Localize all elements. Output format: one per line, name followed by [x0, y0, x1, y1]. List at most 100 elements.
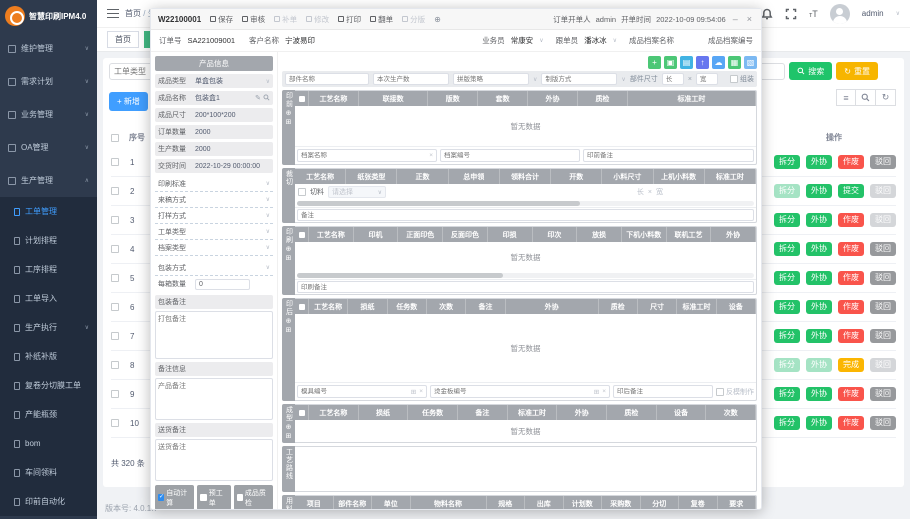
- gear-icon[interactable]: ⊕: [434, 15, 441, 24]
- void-submit-button[interactable]: 作废: [838, 416, 864, 430]
- void-submit-button[interactable]: 作废: [838, 242, 864, 256]
- refresh-button[interactable]: ↻: [876, 89, 896, 106]
- void-submit-button[interactable]: 作废: [838, 213, 864, 227]
- split-button[interactable]: 拆分: [774, 184, 800, 198]
- reject-button[interactable]: 驳回: [870, 300, 896, 314]
- header-checkbox[interactable]: [295, 91, 309, 106]
- reject-button[interactable]: 驳回: [870, 329, 896, 343]
- sidebar-item[interactable]: 维护管理 ∨: [0, 32, 97, 65]
- search-button[interactable]: 搜索: [789, 62, 832, 80]
- outsource-button[interactable]: 外协: [806, 271, 832, 285]
- pack-method-select[interactable]: 包装方式 ∨: [155, 260, 273, 276]
- option-checkbox[interactable]: 预工单: [197, 485, 230, 509]
- picker-icon[interactable]: ⊞: [411, 388, 416, 396]
- split-button[interactable]: 拆分: [774, 300, 800, 314]
- select-all-checkbox[interactable]: [111, 134, 119, 142]
- row-checkbox[interactable]: [111, 419, 119, 427]
- bell-icon[interactable]: [761, 8, 773, 20]
- add-row-icon[interactable]: ⊕: [286, 424, 292, 431]
- void-submit-button[interactable]: 作废: [838, 329, 864, 343]
- avatar[interactable]: [830, 4, 850, 24]
- edit-rows-icon[interactable]: ⊞: [286, 119, 292, 126]
- row-checkbox[interactable]: [111, 274, 119, 282]
- chevron-down-icon[interactable]: ∨: [613, 37, 617, 44]
- foil-plate-no-input[interactable]: ⊞×: [430, 385, 610, 398]
- reject-button[interactable]: 驳回: [870, 271, 896, 285]
- edit-icon[interactable]: ✎: [255, 94, 261, 102]
- modal-toolbar-button[interactable]: 补单: [274, 14, 297, 25]
- outsource-button[interactable]: 外协: [806, 416, 832, 430]
- row-checkbox[interactable]: [111, 390, 119, 398]
- sidebar-sub-item[interactable]: bom: [0, 429, 97, 458]
- density-button[interactable]: ≡: [836, 89, 856, 106]
- chevron-down-icon[interactable]: ∨: [896, 10, 900, 17]
- part-tool-button[interactable]: +: [648, 56, 661, 69]
- hamburger-menu-icon[interactable]: [107, 9, 119, 18]
- sidebar-sub-item[interactable]: 生产执行 ∨: [0, 313, 97, 342]
- split-button[interactable]: 拆分: [774, 358, 800, 372]
- clear-icon[interactable]: ×: [602, 388, 606, 395]
- sidebar-sub-item[interactable]: 印前自动化: [0, 487, 97, 516]
- modal-toolbar-button[interactable]: 审核: [242, 14, 265, 25]
- file-no-input[interactable]: [440, 149, 580, 162]
- reject-button[interactable]: 驳回: [870, 416, 896, 430]
- outsource-button[interactable]: 外协: [806, 329, 832, 343]
- part-name-input[interactable]: [285, 73, 369, 85]
- sidebar-sub-item[interactable]: 补纸补版: [0, 342, 97, 371]
- part-tool-button[interactable]: ▧: [744, 56, 757, 69]
- horizontal-scrollbar[interactable]: [297, 201, 754, 206]
- chevron-down-icon[interactable]: ∨: [539, 37, 543, 44]
- add-row-icon[interactable]: ⊕: [286, 246, 292, 253]
- row-checkbox[interactable]: [111, 216, 119, 224]
- merchandiser-name[interactable]: 潘冰冰: [584, 35, 607, 46]
- pack-note-textarea[interactable]: [155, 311, 273, 359]
- header-checkbox[interactable]: [295, 227, 309, 242]
- row-checkbox[interactable]: [111, 361, 119, 369]
- row-checkbox[interactable]: [111, 158, 119, 166]
- delivery-note-textarea[interactable]: [155, 439, 273, 481]
- split-button[interactable]: 拆分: [774, 387, 800, 401]
- assemble-checkbox[interactable]: 组装: [730, 74, 754, 84]
- split-button[interactable]: 拆分: [774, 213, 800, 227]
- sidebar-item[interactable]: 业务管理 ∨: [0, 98, 97, 131]
- production-qty-input[interactable]: [373, 73, 449, 85]
- cutting-note-input[interactable]: [297, 209, 754, 221]
- reset-button[interactable]: ↻重置: [836, 62, 878, 80]
- part-tool-button[interactable]: ☁: [712, 56, 725, 69]
- sidebar-sub-item[interactable]: 计划排程: [0, 226, 97, 255]
- row-checkbox[interactable]: [111, 332, 119, 340]
- width-input[interactable]: [696, 73, 718, 85]
- option-checkbox[interactable]: 成品质检: [234, 485, 273, 509]
- part-tool-button[interactable]: ▤: [680, 56, 693, 69]
- file-name-input[interactable]: ×: [297, 149, 437, 162]
- sidebar-sub-item[interactable]: 工单管理: [0, 197, 97, 226]
- field-product-name[interactable]: 成品名称 包装盒1 ✎: [155, 91, 273, 105]
- row-checkbox[interactable]: [111, 303, 119, 311]
- modal-toolbar-button[interactable]: 修改: [306, 14, 329, 25]
- sidebar-item[interactable]: 需求计划 ∨: [0, 65, 97, 98]
- platemaking-select[interactable]: [541, 73, 617, 85]
- void-submit-button[interactable]: 作废: [838, 300, 864, 314]
- void-submit-button[interactable]: 提交: [838, 184, 864, 198]
- reject-button[interactable]: 驳回: [870, 358, 896, 372]
- edit-rows-icon[interactable]: ⊞: [286, 433, 292, 440]
- picker-icon[interactable]: ⊞: [594, 388, 599, 396]
- void-submit-button[interactable]: 作废: [838, 271, 864, 285]
- imposition-select[interactable]: [453, 73, 529, 85]
- split-button[interactable]: 拆分: [774, 329, 800, 343]
- split-button[interactable]: 拆分: [774, 271, 800, 285]
- split-button[interactable]: 拆分: [774, 416, 800, 430]
- length-input[interactable]: [662, 73, 684, 85]
- column-search-button[interactable]: [856, 89, 876, 106]
- select-field[interactable]: 打样方式 ∨: [155, 208, 273, 224]
- paper-type-select[interactable]: 请选择∨: [328, 186, 386, 198]
- part-tool-button[interactable]: ↑: [696, 56, 709, 69]
- horizontal-scrollbar[interactable]: [297, 273, 754, 278]
- edit-rows-icon[interactable]: ⊞: [286, 327, 292, 334]
- select-field[interactable]: 印刷标准 ∨: [155, 176, 273, 192]
- view-tab[interactable]: 首页: [107, 31, 139, 48]
- sidebar-sub-item[interactable]: 复卷分切膜工单: [0, 371, 97, 400]
- select-field[interactable]: 工单类型 ∨: [155, 224, 273, 240]
- product-remark-textarea[interactable]: [155, 378, 273, 420]
- modal-toolbar-button[interactable]: 分版: [402, 14, 425, 25]
